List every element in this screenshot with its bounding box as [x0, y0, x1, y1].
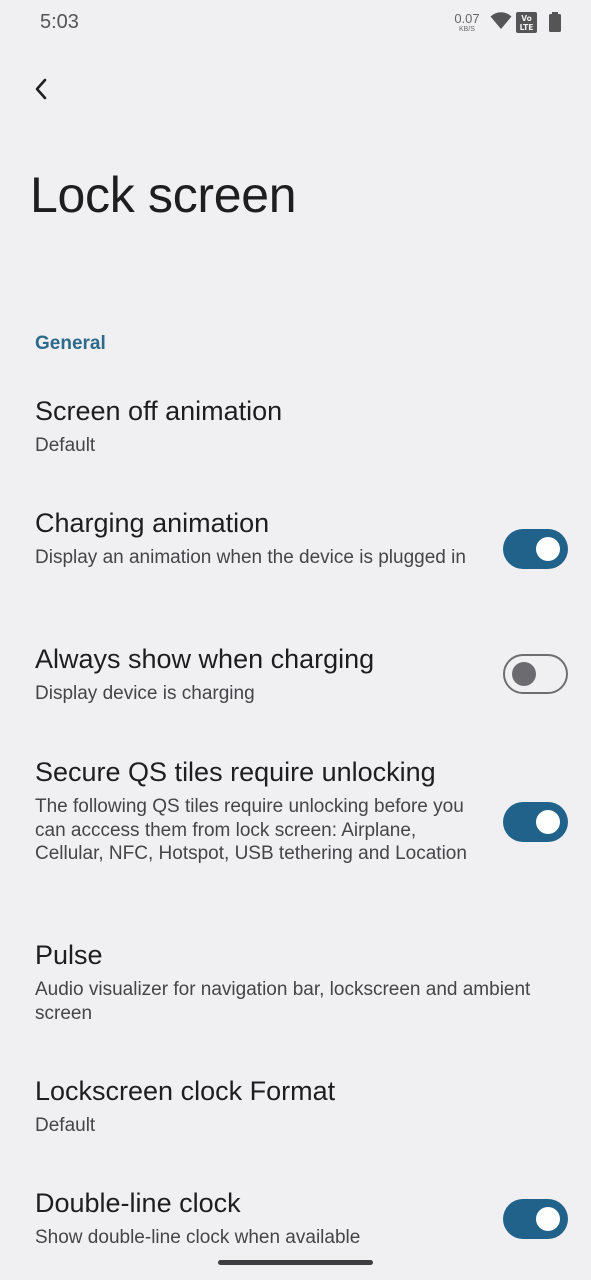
setting-summary: The following QS tiles require unlocking… — [35, 796, 467, 865]
toggle-thumb — [512, 662, 536, 686]
setting-title: Pulse — [35, 940, 103, 970]
battery-icon — [549, 12, 561, 32]
volte-lte-icon: Vo LTE — [516, 12, 537, 33]
toggle-thumb — [536, 537, 560, 561]
network-speed-value: 0.07 — [454, 11, 480, 26]
setting-double-line-clock[interactable]: Double-line clock Show double-line clock… — [0, 1172, 591, 1262]
setting-secure-qs-tiles[interactable]: Secure QS tiles require unlocking The fo… — [0, 741, 591, 901]
setting-title: Screen off animation — [35, 396, 283, 426]
charging-animation-toggle[interactable] — [503, 529, 568, 569]
network-speed-unit: KB/S — [459, 26, 475, 33]
back-button[interactable] — [26, 74, 56, 104]
setting-summary: Display device is charging — [35, 683, 255, 704]
setting-charging-animation[interactable]: Charging animation Display an animation … — [0, 492, 591, 612]
svg-text:LTE: LTE — [520, 23, 534, 32]
setting-summary: Default — [35, 435, 96, 456]
toggle-thumb — [536, 810, 560, 834]
gesture-navigation-handle[interactable] — [218, 1260, 373, 1265]
secure-qs-tiles-toggle[interactable] — [503, 802, 568, 842]
always-show-when-charging-toggle[interactable] — [503, 654, 568, 694]
chevron-left-icon — [35, 78, 47, 100]
setting-lockscreen-clock-format[interactable]: Lockscreen clock Format Default — [0, 1060, 591, 1160]
double-line-clock-toggle[interactable] — [503, 1199, 568, 1239]
lock-screen-settings: 5:03 0.07 KB/S Vo LTE Lock screen Genera… — [0, 0, 591, 1280]
setting-title: Lockscreen clock Format — [35, 1076, 336, 1106]
setting-title: Double-line clock — [35, 1188, 241, 1218]
status-time: 5:03 — [40, 11, 79, 33]
wifi-icon — [490, 12, 512, 29]
status-bar: 5:03 0.07 KB/S Vo LTE — [0, 0, 591, 44]
setting-summary: Audio visualizer for navigation bar, loc… — [35, 979, 531, 1024]
setting-title: Charging animation — [35, 508, 270, 538]
setting-summary: Display an animation when the device is … — [35, 547, 466, 568]
setting-title: Always show when charging — [35, 644, 375, 674]
toggle-thumb — [536, 1207, 560, 1231]
setting-pulse[interactable]: Pulse Audio visualizer for navigation ba… — [0, 924, 591, 1044]
page-title: Lock screen — [30, 167, 297, 223]
network-speed-indicator: 0.07 KB/S — [452, 12, 482, 33]
setting-summary: Default — [35, 1115, 96, 1136]
setting-summary: Show double-line clock when available — [35, 1227, 361, 1248]
setting-title: Secure QS tiles require unlocking — [35, 757, 436, 787]
setting-screen-off-animation[interactable]: Screen off animation Default — [0, 380, 591, 480]
setting-always-show-when-charging[interactable]: Always show when charging Display device… — [0, 628, 591, 728]
section-header-general: General — [35, 333, 106, 354]
svg-text:Vo: Vo — [521, 14, 532, 23]
